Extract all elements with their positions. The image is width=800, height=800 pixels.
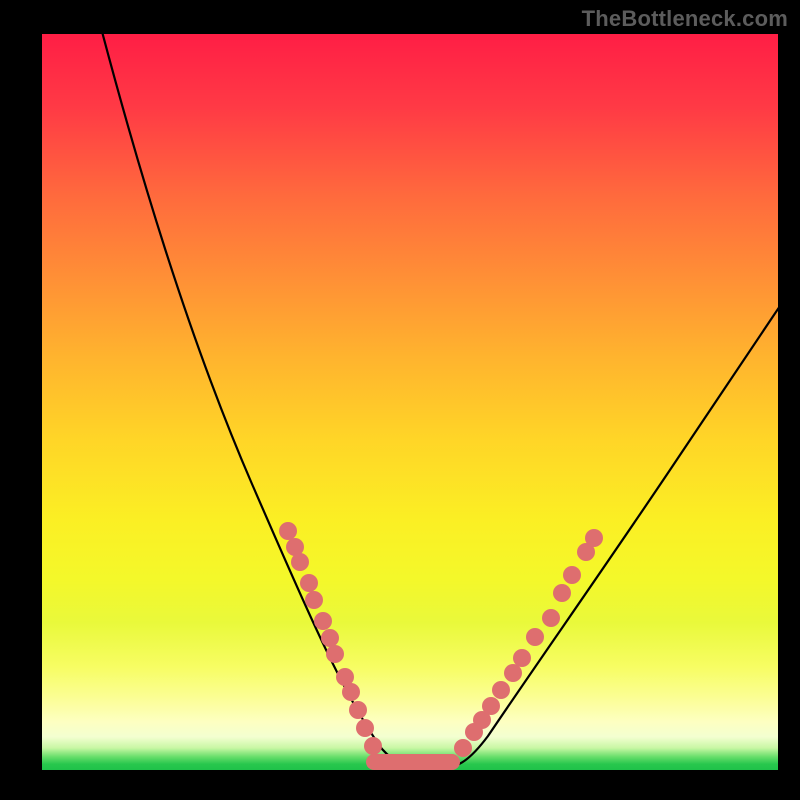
chart-marker — [563, 566, 581, 584]
chart-marker — [492, 681, 510, 699]
chart-marker — [342, 683, 360, 701]
chart-marker — [356, 719, 374, 737]
floor-marker-band — [366, 754, 460, 770]
chart-marker — [279, 522, 297, 540]
outer-frame: TheBottleneck.com — [0, 0, 800, 800]
chart-marker — [585, 529, 603, 547]
chart-marker — [321, 629, 339, 647]
chart-marker — [454, 739, 472, 757]
chart-marker — [542, 609, 560, 627]
chart-marker — [314, 612, 332, 630]
chart-marker — [526, 628, 544, 646]
chart-marker — [504, 664, 522, 682]
chart-marker — [305, 591, 323, 609]
chart-marker — [349, 701, 367, 719]
chart-marker — [364, 737, 382, 755]
chart-marker — [513, 649, 531, 667]
chart-marker — [553, 584, 571, 602]
chart-marker — [326, 645, 344, 663]
watermark-text: TheBottleneck.com — [582, 6, 788, 32]
chart-marker — [300, 574, 318, 592]
bottleneck-curve — [100, 34, 778, 768]
chart-marker — [291, 553, 309, 571]
chart-overlay — [42, 34, 778, 770]
chart-marker — [482, 697, 500, 715]
